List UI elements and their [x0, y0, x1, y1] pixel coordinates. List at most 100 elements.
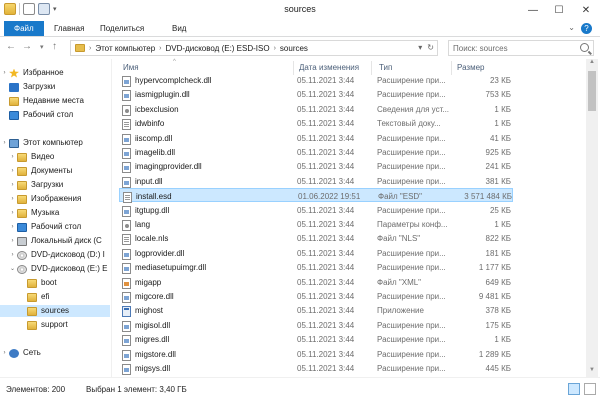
tab-file[interactable]: Файл [4, 21, 44, 36]
breadcrumb-separator[interactable]: › [89, 45, 91, 52]
table-row[interactable]: migapp 05.11.2021 3:44 Файл "XML" 649 КБ [119, 275, 513, 289]
back-arrow-icon[interactable]: ← [6, 41, 16, 52]
details-view-icon[interactable] [568, 383, 580, 395]
table-row[interactable]: hypervcomplcheck.dll 05.11.2021 3:44 Расши… [119, 73, 513, 87]
sidebar-item-downloads-pc[interactable]: › Загрузки [0, 179, 110, 191]
expand-icon[interactable]: › [8, 165, 17, 177]
sidebar-item-downloads[interactable]: Загрузки [0, 81, 110, 93]
sidebar-item-network[interactable]: › Сеть [0, 347, 110, 359]
folder-icon [17, 166, 27, 176]
forward-arrow-icon[interactable]: → [22, 41, 32, 52]
expand-icon[interactable]: › [8, 151, 17, 163]
sidebar-item-favorites[interactable]: › Избранное [0, 67, 110, 79]
breadcrumb-this-pc[interactable]: Этот компьютер [95, 44, 155, 53]
table-row[interactable]: locale.nls 05.11.2021 3:44 Файл "NLS" 822 К… [119, 231, 513, 246]
sidebar-item-dvd-d[interactable]: › DVD-дисковод (D:) I [0, 249, 110, 261]
maximize-button[interactable]: ☐ [546, 0, 572, 20]
table-row[interactable]: iiscomp.dll 05.11.2021 3:44 Расширение при… [119, 131, 513, 145]
address-bar[interactable]: › Этот компьютер › DVD-дисковод (E:) ESD… [70, 40, 438, 56]
file-name: migsys.dll [135, 364, 171, 373]
collapse-icon[interactable]: ⌄ [8, 263, 17, 275]
table-row[interactable]: migres.dll 05.11.2021 3:44 Расширение при.… [119, 332, 513, 347]
expand-icon[interactable]: › [0, 137, 9, 149]
table-row[interactable]: idwbinfo 05.11.2021 3:44 Текстовый доку...… [119, 116, 513, 131]
breadcrumb-dvd-drive[interactable]: DVD-дисковод (E:) ESD-ISO [166, 44, 270, 53]
table-row[interactable]: icbexclusion 05.11.2021 3:44 Сведения для … [119, 102, 513, 116]
navigation-pane: › Избранное Загрузки Недавние места Рабо… [0, 59, 112, 377]
sidebar-item-this-pc[interactable]: › Этот компьютер [0, 137, 110, 149]
up-arrow-icon[interactable]: ↑ [52, 41, 57, 52]
table-row[interactable]: itgtupg.dll 05.11.2021 3:44 Расширение при… [119, 203, 513, 217]
sidebar-item-music[interactable]: › Музыка [0, 207, 110, 219]
table-row[interactable]: iasmigplugin.dll 05.11.2021 3:44 Расширени… [119, 87, 513, 102]
scroll-down-icon[interactable]: ▼ [586, 367, 598, 377]
address-dropdown-icon[interactable]: ▾ [418, 43, 422, 52]
close-button[interactable]: ✕ [572, 0, 600, 20]
sidebar-item-recent-places[interactable]: Недавние места [0, 95, 110, 107]
recent-locations-dropdown-icon[interactable]: ▾ [40, 43, 44, 51]
sidebar-item-pictures[interactable]: › Изображения [0, 193, 110, 205]
search-input[interactable]: Поиск: sources [448, 40, 594, 56]
column-header-date[interactable]: Дата изменения [299, 63, 359, 72]
table-row[interactable]: mighost 05.11.2021 3:44 Приложение 378 КБ [119, 303, 513, 318]
sidebar-item-efi[interactable]: efi [0, 291, 110, 303]
column-header-name[interactable]: Имя [123, 63, 139, 72]
table-row[interactable]: migisol.dll 05.11.2021 3:44 Расширение при… [119, 318, 513, 332]
table-row[interactable]: input.dll 05.11.2021 3:44 Расширение при..… [119, 174, 513, 188]
column-header-type[interactable]: Тип [379, 63, 392, 72]
help-icon[interactable]: ? [581, 23, 592, 34]
column-header-size[interactable]: Размер [457, 63, 485, 72]
dll-file-icon [122, 292, 131, 303]
expand-icon[interactable]: › [8, 221, 17, 233]
txt-file-icon [123, 192, 132, 204]
selection-info: Выбран 1 элемент: 3,40 ГБ [86, 385, 187, 394]
tab-share[interactable]: Поделиться [92, 21, 152, 36]
tab-home[interactable]: Главная [46, 21, 92, 36]
table-row[interactable]: install.esd 01.06.2022 19:51 Файл "ESD" 3 5… [119, 188, 513, 204]
refresh-icon[interactable]: ↻ [427, 43, 434, 52]
sidebar-item-videos[interactable]: › Видео [0, 151, 110, 163]
expand-icon[interactable]: › [8, 207, 17, 219]
table-row[interactable]: migstore.dll 05.11.2021 3:44 Расширение пр… [119, 347, 513, 361]
sidebar-item-boot[interactable]: boot [0, 277, 110, 289]
breadcrumb-sources[interactable]: sources [280, 44, 308, 53]
sidebar-item-dvd-e[interactable]: ⌄ DVD-дисковод (E:) E [0, 263, 110, 275]
network-icon [9, 348, 19, 358]
file-name: migstore.dll [135, 349, 176, 359]
sidebar-item-local-disk-c[interactable]: › Локальный диск (C [0, 235, 110, 247]
expand-icon[interactable]: › [8, 249, 17, 261]
breadcrumb-separator[interactable]: › [274, 45, 276, 52]
file-type: Расширение при... [377, 263, 446, 273]
table-row[interactable]: mediasetupuimgr.dll 05.11.2021 3:44 Расшир… [119, 260, 513, 275]
expand-icon[interactable]: › [0, 67, 9, 79]
expand-ribbon-icon[interactable]: ⌄ [568, 23, 575, 34]
expand-icon[interactable]: › [8, 235, 17, 247]
file-name: hypervcomplcheck.dll [135, 76, 212, 85]
table-row[interactable]: migsys.dll 05.11.2021 3:44 Расширение при.… [119, 361, 513, 375]
large-icons-view-icon[interactable] [584, 383, 596, 395]
table-row[interactable]: imagingprovider.dll 05.11.2021 3:44 Расшир… [119, 159, 513, 174]
tab-view[interactable]: Вид [164, 21, 194, 36]
table-row[interactable]: migcore.dll 05.11.2021 3:44 Расширение при… [119, 289, 513, 303]
sidebar-item-support[interactable]: support [0, 319, 110, 331]
expand-icon[interactable]: › [8, 179, 17, 191]
scroll-up-icon[interactable]: ▲ [586, 59, 598, 69]
breadcrumb-separator[interactable]: › [159, 45, 161, 52]
expand-icon[interactable]: › [0, 347, 9, 359]
minimize-button[interactable]: — [520, 0, 546, 20]
vertical-scrollbar[interactable]: ▲ ▼ [586, 59, 598, 377]
folder-icon [27, 320, 37, 330]
sidebar-item-desktop-pc[interactable]: › Рабочий стол [0, 221, 110, 233]
sidebar-item-documents[interactable]: › Документы [0, 165, 110, 177]
file-size: 1 КБ [494, 119, 511, 129]
table-row[interactable]: imagelib.dll 05.11.2021 3:44 Расширение пр… [119, 145, 513, 159]
expand-icon[interactable]: › [8, 193, 17, 205]
sidebar-item-desktop[interactable]: Рабочий стол [0, 109, 110, 121]
table-row[interactable]: lang 05.11.2021 3:44 Параметры конф... 1 КБ [119, 217, 513, 231]
ribbon-controls: ⌄ ? [568, 23, 592, 34]
scroll-thumb[interactable] [588, 71, 596, 111]
sidebar-item-label: Недавние места [23, 96, 84, 105]
sidebar-item-sources[interactable]: sources [0, 305, 110, 317]
file-name: mediasetupuimgr.dll [135, 263, 207, 273]
table-row[interactable]: logprovider.dll 05.11.2021 3:44 Расширение… [119, 246, 513, 260]
